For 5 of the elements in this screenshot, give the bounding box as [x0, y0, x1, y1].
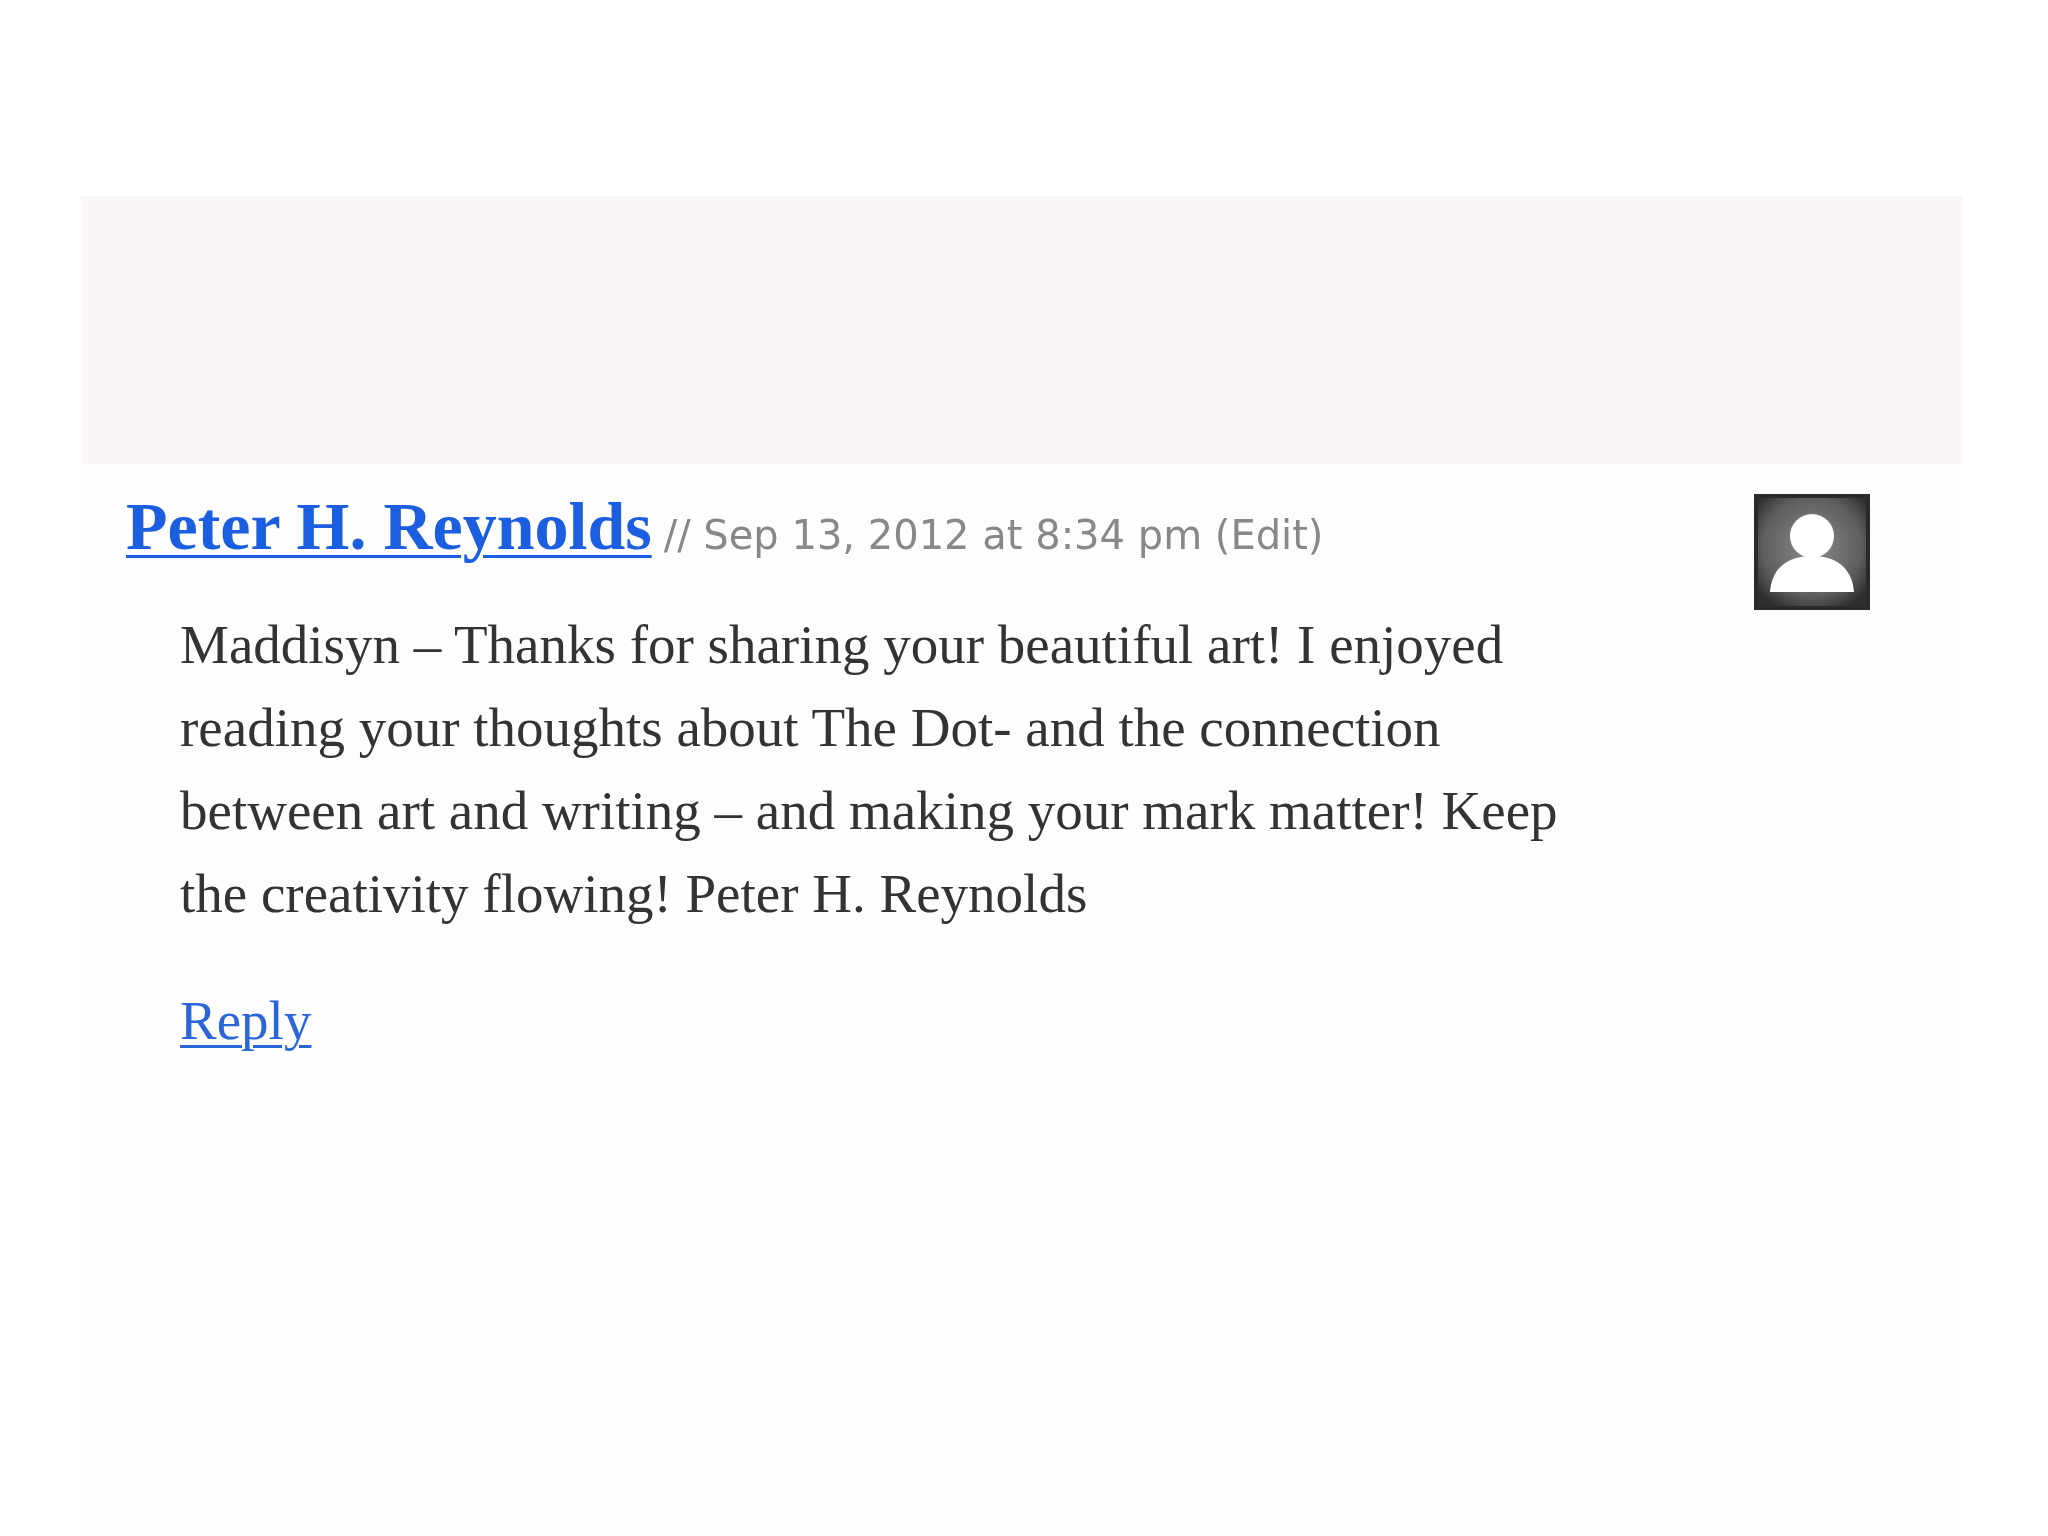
comment-text: Maddisyn – Thanks for sharing your beautiful art! I enjoyed reading your thoughts about The Dot- and the connection between art and writing – and making your mark matter! Keep the creativity flowing! Peter H. Reynolds	[180, 613, 1559, 926]
author-link[interactable]: Peter H. Reynolds	[126, 486, 652, 566]
avatar-silhouette-icon	[1754, 494, 1870, 610]
comment-meta: // Sep 13, 2012 at 8:34 pm (Edit)	[663, 511, 1324, 560]
reply-link[interactable]: Reply	[180, 979, 312, 1062]
